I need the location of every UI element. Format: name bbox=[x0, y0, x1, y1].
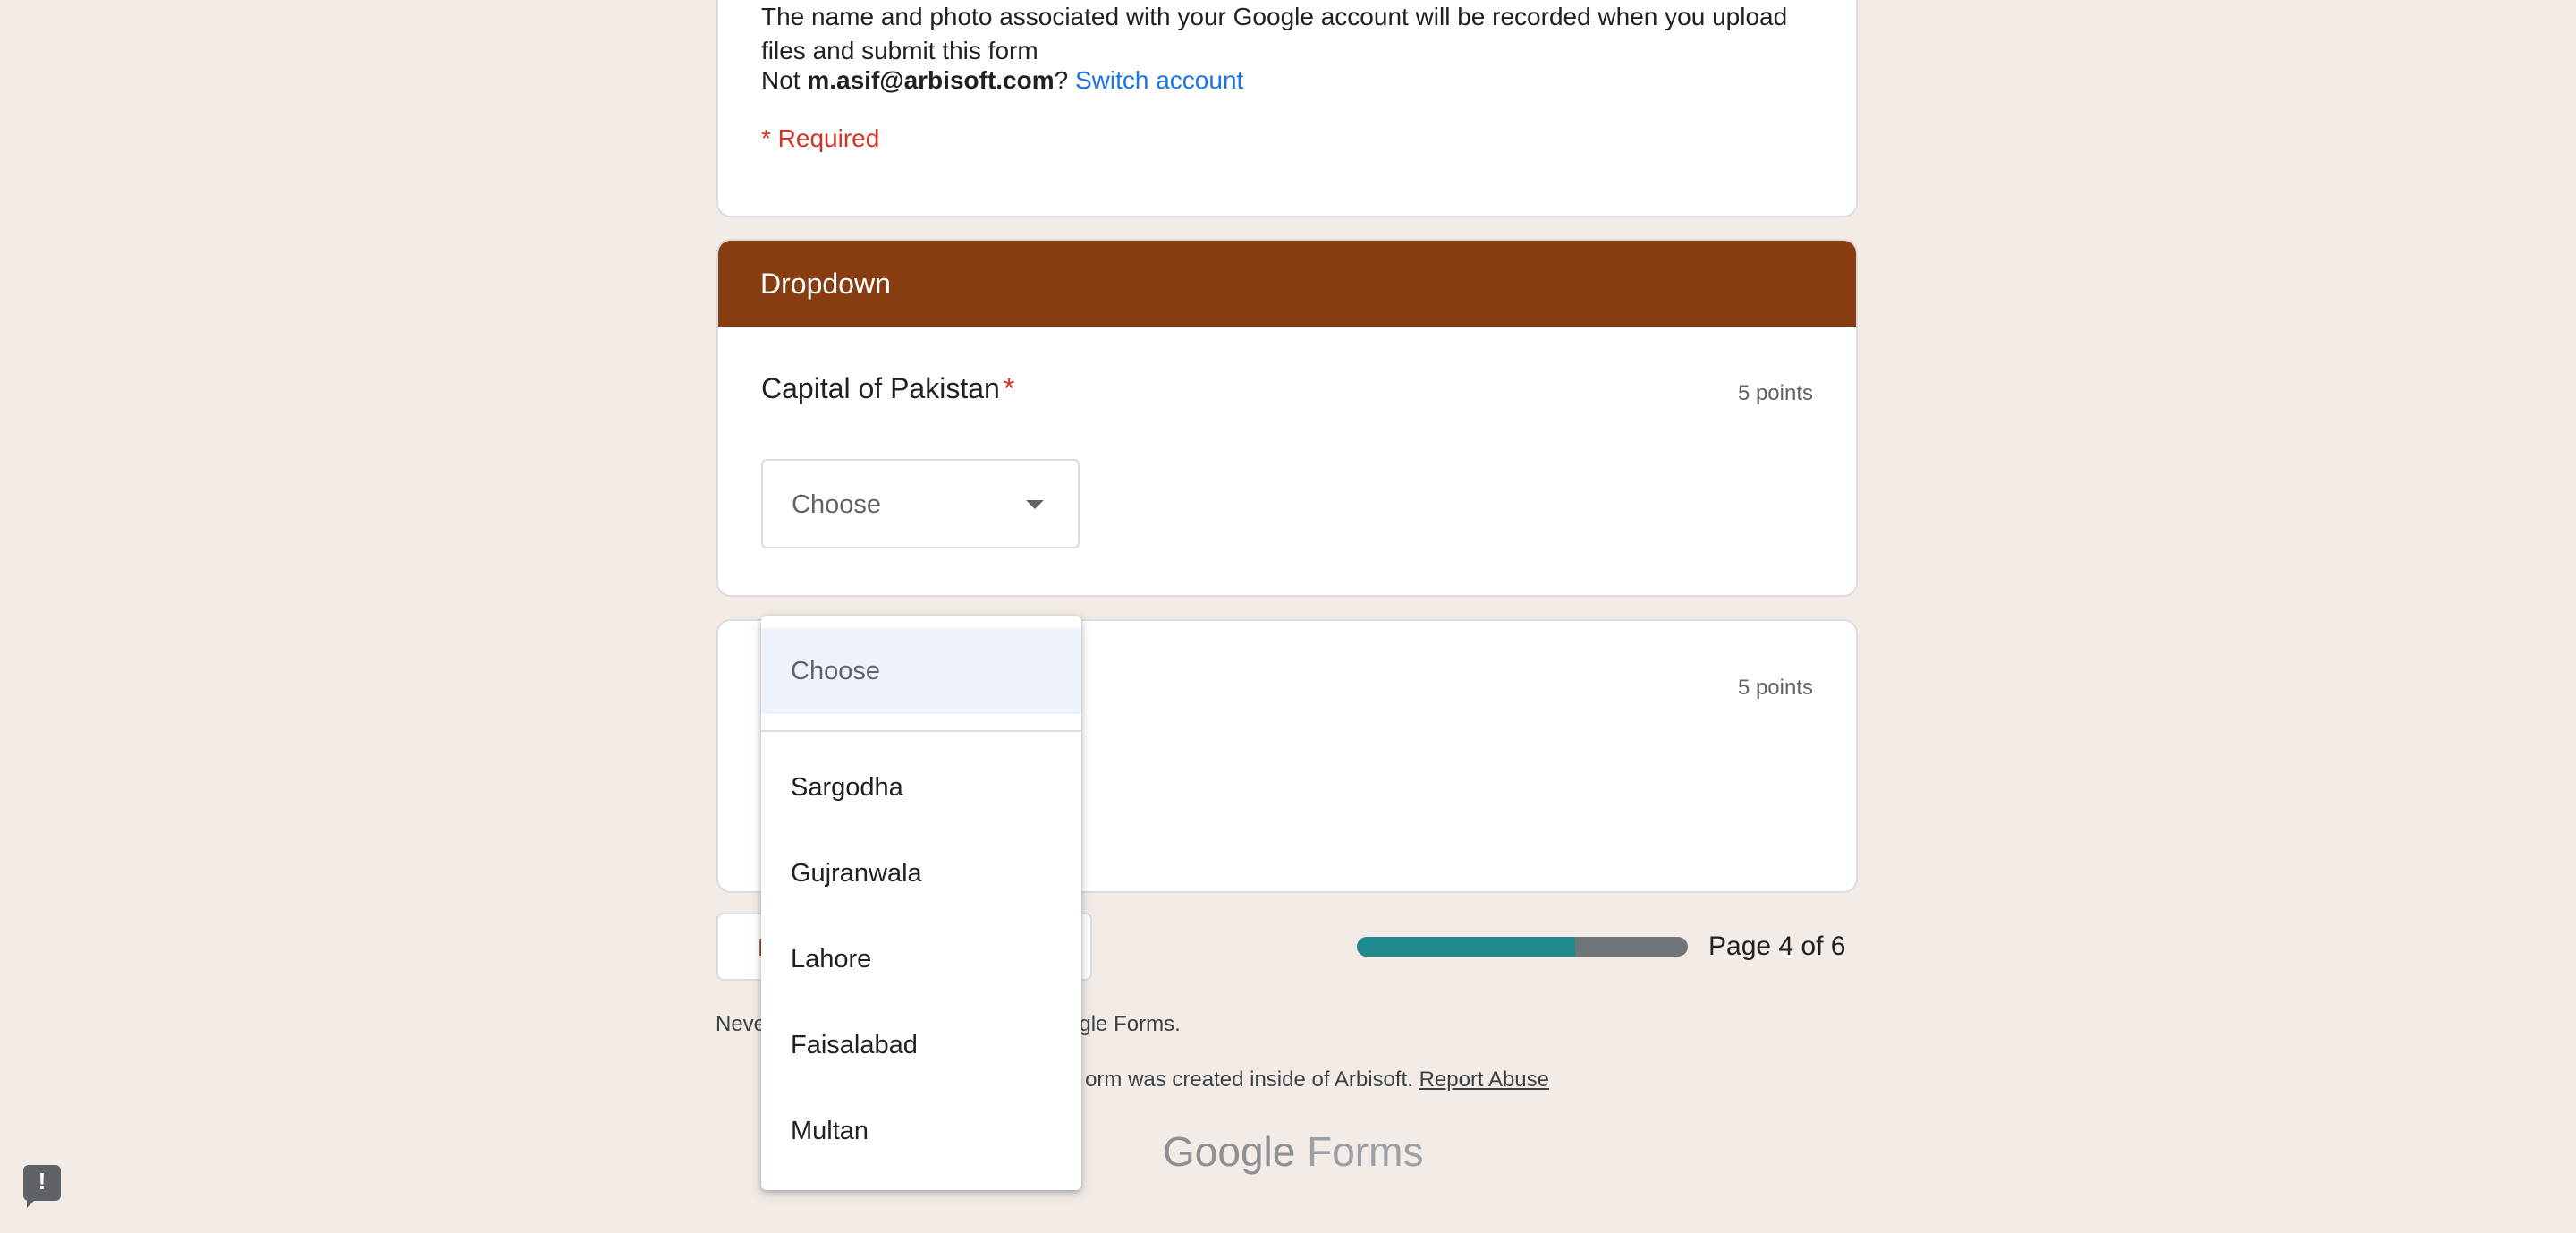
question-2-points: 5 points bbox=[1737, 676, 1813, 700]
switch-account-link[interactable]: Switch account bbox=[1075, 66, 1243, 94]
section-title: Dropdown bbox=[760, 268, 891, 300]
footer-never-text: Neve bbox=[716, 1012, 767, 1036]
question-title-capital: Capital of Pakistan * bbox=[761, 370, 1014, 407]
dropdown-selected-value: Choose bbox=[792, 490, 881, 519]
page-indicator: Page 4 of 6 bbox=[1708, 931, 1846, 961]
progress-bar bbox=[1357, 937, 1688, 957]
chevron-down-icon bbox=[1026, 500, 1044, 509]
question-points: 5 points bbox=[1737, 381, 1813, 405]
account-email: m.asif@arbisoft.com bbox=[807, 66, 1055, 94]
dropdown-options-menu: Choose Sargodha Gujranwala Lahore Faisal… bbox=[761, 616, 1081, 1190]
menu-divider bbox=[761, 730, 1081, 732]
footer-never-tail: ogle Forms. bbox=[1067, 1012, 1181, 1036]
feedback-icon: ! bbox=[38, 1168, 47, 1195]
logo-forms-text: Forms bbox=[1307, 1128, 1424, 1175]
progress-bar-fill bbox=[1357, 937, 1576, 957]
dropdown-option-sargodha[interactable]: Sargodha bbox=[761, 744, 1081, 830]
footer-org-text: orm was created inside of Arbisoft. bbox=[1085, 1067, 1419, 1092]
dropdown-option-faisalabad[interactable]: Faisalabad bbox=[761, 1002, 1081, 1088]
dropdown-option-gujranwala[interactable]: Gujranwala bbox=[761, 830, 1081, 916]
question-title-text: Capital of Pakistan bbox=[761, 372, 1000, 404]
report-abuse-link[interactable]: Report Abuse bbox=[1419, 1067, 1549, 1092]
account-line: Not m.asif@arbisoft.com? Switch account bbox=[761, 64, 1243, 98]
not-suffix: ? bbox=[1054, 66, 1075, 94]
not-prefix: Not bbox=[761, 66, 808, 94]
dropdown-option-choose[interactable]: Choose bbox=[761, 628, 1081, 714]
logo-google-text: Google bbox=[1163, 1128, 1296, 1175]
section-header: Dropdown bbox=[718, 241, 1856, 327]
google-forms-logo[interactable]: Google Forms bbox=[1163, 1126, 1423, 1178]
feedback-icon-tail bbox=[27, 1199, 36, 1208]
required-note: * Required bbox=[761, 124, 880, 152]
required-asterisk: * bbox=[1003, 372, 1015, 404]
form-header-card: The name and photo associated with your … bbox=[716, 0, 1858, 217]
feedback-button[interactable]: ! bbox=[23, 1165, 61, 1208]
dropdown-option-lahore[interactable]: Lahore bbox=[761, 916, 1081, 1002]
dropdown-section-card: Dropdown Capital of Pakistan * 5 points C… bbox=[716, 239, 1858, 597]
capital-dropdown[interactable]: Choose bbox=[761, 459, 1080, 548]
account-notice-text: The name and photo associated with your … bbox=[761, 3, 1788, 64]
dropdown-option-multan[interactable]: Multan bbox=[761, 1088, 1081, 1174]
